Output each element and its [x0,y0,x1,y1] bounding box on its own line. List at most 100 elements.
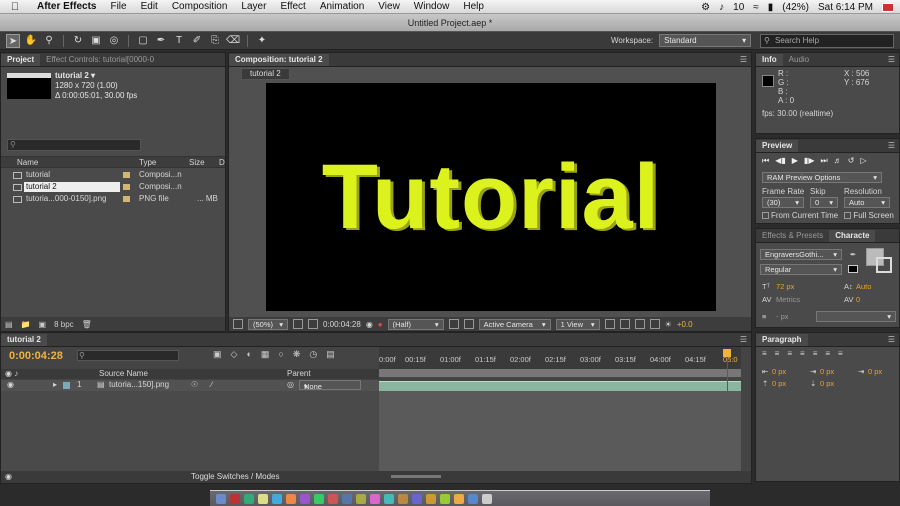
black-swatch[interactable] [848,265,858,273]
new-folder-icon[interactable]: 📁 [21,320,31,329]
app-icon[interactable] [272,493,282,504]
app-icon[interactable] [286,493,296,504]
app-icon[interactable] [342,493,352,504]
zoom-dropdown[interactable]: (50%) ▾ [248,318,288,330]
brush-tool-icon[interactable]: ✐ [190,34,204,48]
font-size-value[interactable]: 72 px [776,282,794,291]
camera-tool-icon[interactable]: ▣ [89,34,103,48]
stroke-style-dropdown[interactable]: ▾ [816,311,896,322]
app-icon[interactable] [412,493,422,504]
tab-preview[interactable]: Preview [756,140,799,152]
tab-character[interactable]: Characte [829,230,876,242]
column-type[interactable]: Type [139,158,156,167]
trash-icon[interactable] [482,493,492,504]
kerning-value[interactable]: Metrics [776,295,800,304]
transparency-grid-icon[interactable] [463,319,474,329]
column-duration[interactable]: D [219,158,225,167]
align-right-icon[interactable]: ≡ [787,349,792,358]
app-icon[interactable] [258,493,268,504]
interpret-footage-icon[interactable]: ▤ [5,320,13,329]
resolution-dropdown[interactable]: (Half) ▾ [387,318,444,330]
menu-edit[interactable]: Edit [134,1,165,12]
first-frame-icon[interactable]: ⏮ [762,156,769,166]
brainstorm-icon[interactable]: ❋ [293,349,301,360]
menu-layer[interactable]: Layer [234,1,273,12]
visibility-eye-icon[interactable]: ◉ [7,380,14,389]
panel-menu-icon[interactable]: ☰ [888,141,895,150]
project-row[interactable]: tutoria...000-0150].png PNG file ... MB [1,193,225,205]
new-composition-icon[interactable]: ▣ [39,320,47,329]
play-icon[interactable]: ▶ [792,156,798,166]
full-screen-checkbox[interactable] [844,212,852,220]
parent-dropdown[interactable]: None ▾ [299,380,361,391]
tab-info[interactable]: Info [756,54,783,66]
tab-timeline[interactable]: tutorial 2 [1,334,47,346]
indent-first-value[interactable]: 0 px [868,367,882,376]
menu-view[interactable]: View [371,1,407,12]
justify-center-icon[interactable]: ≡ [813,349,818,358]
pen-tool-icon[interactable]: ✒ [154,34,168,48]
justify-all-icon[interactable]: ≡ [838,349,843,358]
speaker-icon[interactable]: ♪ [719,2,724,13]
tab-effect-controls[interactable]: Effect Controls: tutorial[0000-0 [40,54,160,66]
justify-right-icon[interactable]: ≡ [825,349,830,358]
timeline-icon[interactable] [634,319,645,329]
menu-help[interactable]: Help [456,1,491,12]
app-icon[interactable] [300,493,310,504]
exposure-value[interactable]: +0.0 [677,320,693,329]
app-icon[interactable] [356,493,366,504]
exposure-icon[interactable]: ☀ [665,320,672,329]
clone-tool-icon[interactable]: ⎘ [208,34,222,48]
app-icon[interactable] [454,493,464,504]
graph-editor-icon[interactable]: ▤ [326,349,335,360]
clock[interactable]: Sat 6:14 PM [818,2,873,13]
menu-window[interactable]: Window [407,1,457,12]
bit-depth[interactable]: 8 bpc [54,320,74,329]
mute-icon[interactable]: ♬ [834,156,842,166]
views-dropdown[interactable]: 1 View ▾ [555,318,600,330]
layer-switches-icon[interactable]: ◉ [5,472,12,481]
mask-visibility-icon[interactable] [308,319,318,329]
app-icon[interactable] [440,493,450,504]
project-search-input[interactable]: ⚲ [7,139,141,151]
column-parent[interactable]: Parent [287,369,311,378]
parent-pickwhip-icon[interactable]: ◎ [287,380,294,389]
layer-switch-icon[interactable]: ☉ [191,380,198,389]
app-icon[interactable] [370,493,380,504]
label-color-icon[interactable] [123,196,130,202]
current-time-indicator[interactable] [723,349,731,357]
frame-blending-icon[interactable]: ▦ [261,349,270,360]
puppet-tool-icon[interactable]: ✦ [255,34,269,48]
tab-paragraph[interactable]: Paragraph [756,334,808,346]
menu-file[interactable]: File [103,1,133,12]
app-icon[interactable] [426,493,436,504]
eyedropper-icon[interactable]: ✒ [850,250,856,259]
camera-dropdown[interactable]: Active Camera ▾ [478,318,551,330]
layer-name[interactable]: tutoria...150].png [109,380,169,389]
menu-app[interactable]: After Effects [30,1,103,12]
menu-effect[interactable]: Effect [273,1,312,12]
tab-composition[interactable]: Composition: tutorial 2 [229,54,329,66]
stroke-color-swatch[interactable] [876,257,892,273]
toggle-pixel-aspect-icon[interactable] [604,319,615,329]
shy-icon[interactable]: ◐ [246,349,251,360]
layer-duration-bar[interactable] [379,381,741,391]
loop-icon[interactable]: ↺ [848,156,855,166]
work-area-bar[interactable] [379,369,741,377]
grid-guides-icon[interactable] [293,319,303,329]
align-center-icon[interactable]: ≡ [775,349,780,358]
camera-snapshot-icon[interactable]: ◉ [366,320,373,329]
trash-icon[interactable]: 🗑 [82,320,92,329]
ram-preview-options-dropdown[interactable]: RAM Preview Options ▾ [762,172,882,183]
next-frame-icon[interactable]: ▮▶ [804,156,815,166]
app-icon[interactable] [398,493,408,504]
project-row[interactable]: tutorial Composi...n [1,169,225,181]
rotate-tool-icon[interactable]: ↻ [71,34,85,48]
draft-3d-icon[interactable]: ◇ [231,349,238,360]
toggle-switches-modes[interactable]: Toggle Switches / Modes [191,472,280,481]
menu-animation[interactable]: Animation [313,1,371,12]
search-help-input[interactable]: ⚲ Search Help [760,34,894,48]
label-color-icon[interactable] [123,172,130,178]
app-icon[interactable] [244,493,254,504]
current-time[interactable]: 0:00:04:28 [323,320,361,329]
